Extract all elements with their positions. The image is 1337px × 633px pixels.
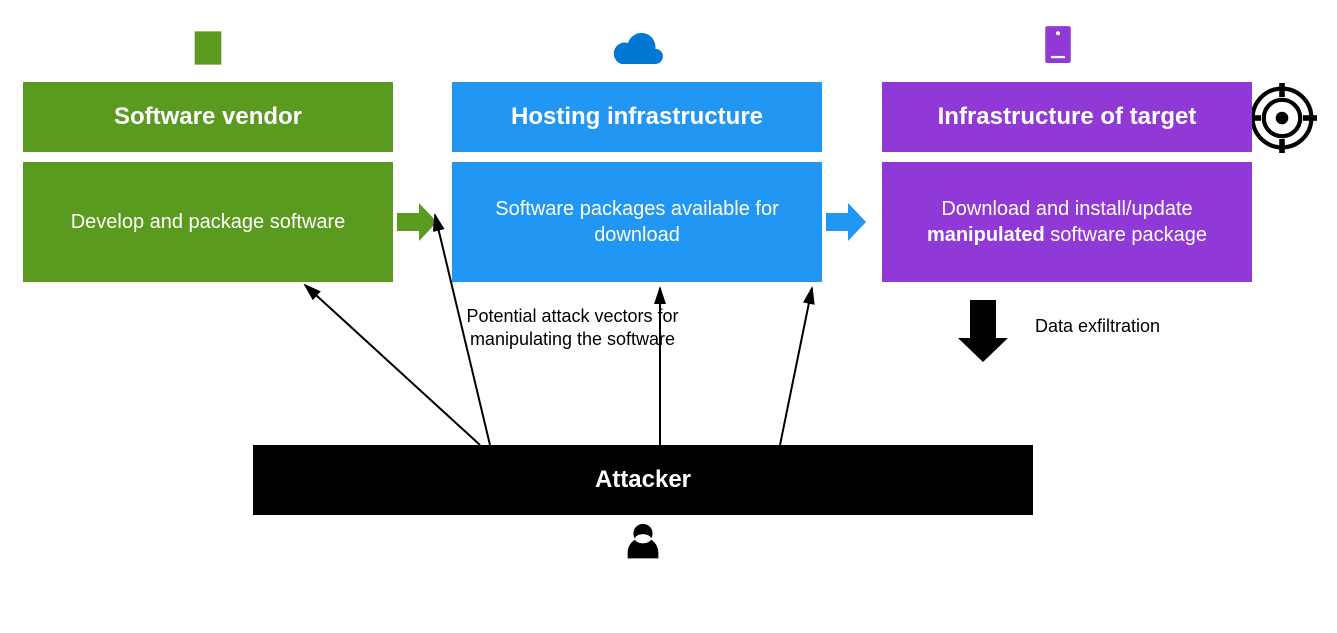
- cloud-icon: [611, 30, 667, 75]
- target-icon: [1247, 83, 1317, 158]
- hosting-body: Software packages available for download: [472, 196, 802, 248]
- target-body-bold: manipulated: [927, 224, 1045, 246]
- hosting-body-box: Software packages available for download: [452, 162, 822, 282]
- target-body-box: Download and install/update manipulated …: [882, 162, 1252, 282]
- exfiltration-label: Data exfiltration: [1035, 315, 1160, 338]
- attacker-box: Attacker: [253, 445, 1033, 515]
- vendor-title: Software vendor: [114, 103, 302, 131]
- vendor-body: Develop and package software: [71, 209, 346, 235]
- target-body-pre: Download and install/update: [941, 198, 1192, 220]
- target-body-post: software package: [1045, 224, 1207, 246]
- target-body: Download and install/update manipulated …: [902, 196, 1232, 248]
- target-title: Infrastructure of target: [938, 103, 1197, 131]
- attacker-icon: [620, 520, 666, 571]
- target-header: Infrastructure of target: [882, 82, 1252, 152]
- hosting-title: Hosting infrastructure: [511, 103, 763, 131]
- attacker-title: Attacker: [595, 466, 691, 494]
- vendor-header: Software vendor: [23, 82, 393, 152]
- attack-vectors-label: Potential attack vectors for manipulatin…: [460, 305, 685, 350]
- hosting-header: Hosting infrastructure: [452, 82, 822, 152]
- building-icon: [188, 28, 228, 73]
- server-icon: [1041, 24, 1075, 73]
- vendor-body-box: Develop and package software: [23, 162, 393, 282]
